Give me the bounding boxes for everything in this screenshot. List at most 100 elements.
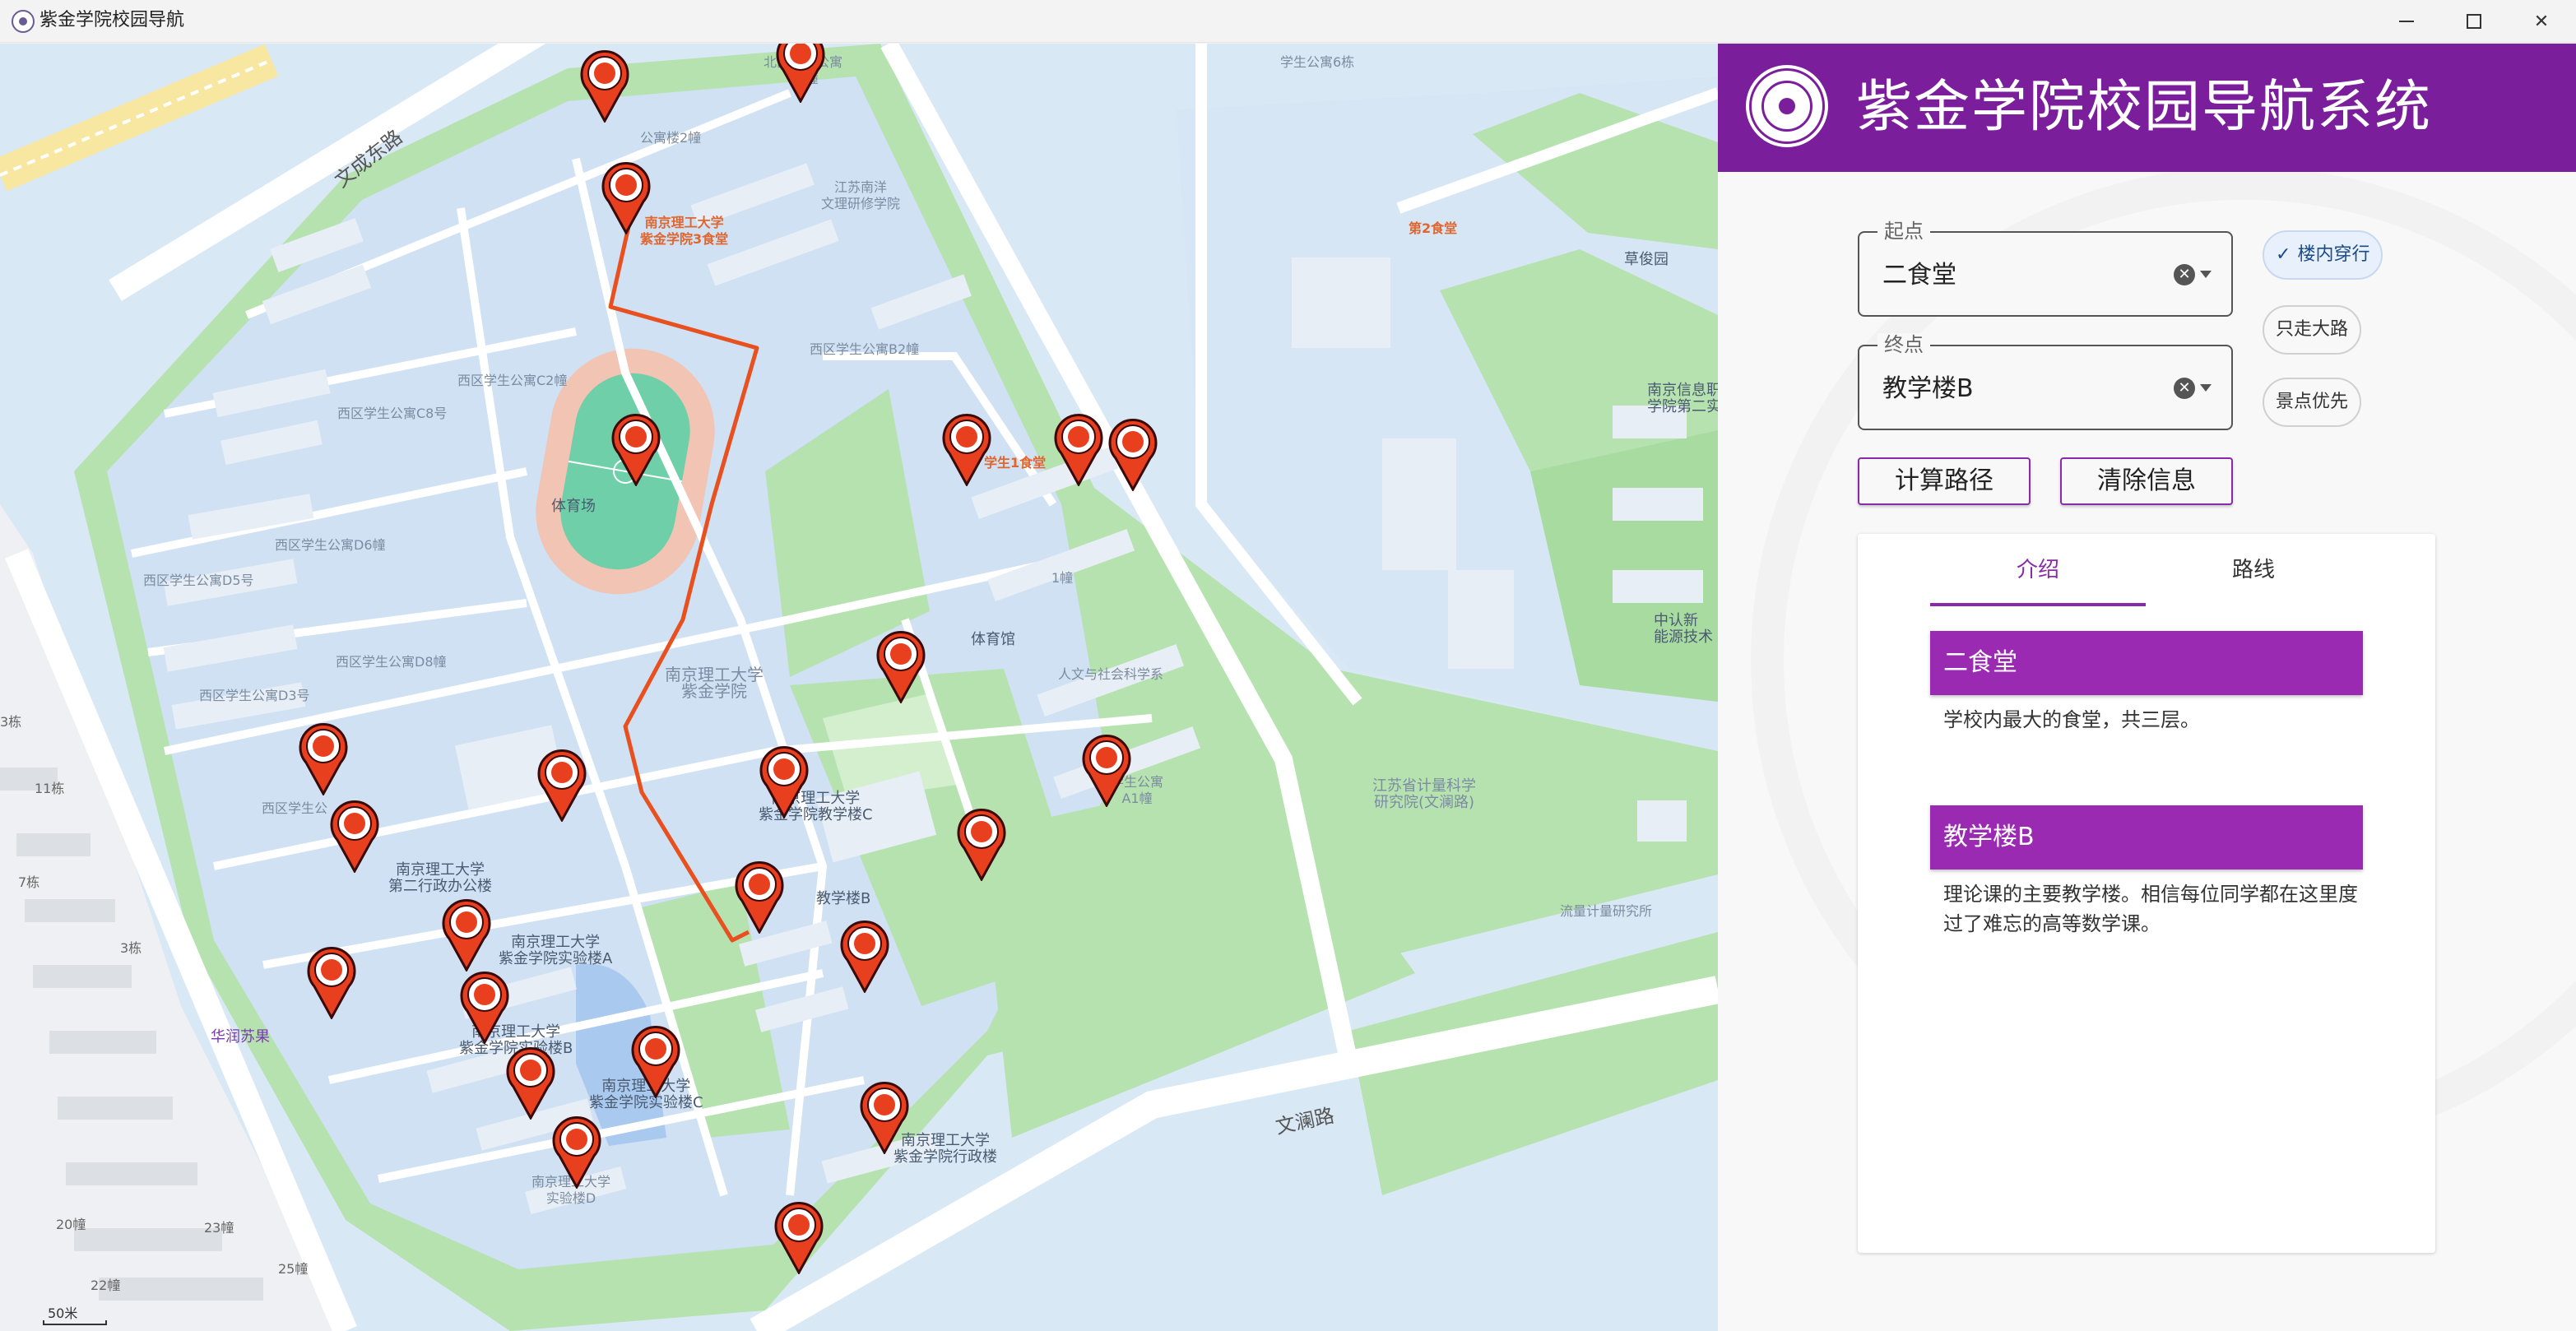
info-card: 介绍 路线 二食堂 学校内最大的食堂，共三层。 教学楼B 理论课的主要教学楼。相… [1858,534,2435,1253]
poi-label-canteen2: 第2食堂 [1409,220,1458,236]
check-icon: ✓ [2276,244,2291,265]
option-main-road-label: 只走大路 [2276,319,2349,340]
minimize-button[interactable] [2374,0,2439,43]
poi-label-west-d8: 西区学生公寓D8幢 [336,654,447,670]
poi-label-metrology-lab: 流量计量研究所 [1560,903,1653,919]
start-field-value: 二食堂 [1882,261,1956,290]
map-pin-icon[interactable] [327,797,382,873]
map-pin-icon[interactable] [757,743,811,819]
poi-label-campus: 南京理工大学 紫金学院 [665,665,764,701]
poi-label-west-c8: 西区学生公寓C8号 [337,406,448,421]
map-pin-icon[interactable] [954,805,1009,881]
poi-label-huarun: 华润苏果 [211,1028,270,1046]
map-pin-icon[interactable] [609,410,663,486]
tab-intro[interactable]: 介绍 [1930,534,2146,606]
map-pin-icon[interactable] [504,1044,558,1120]
end-field[interactable]: 终点 教学楼B ✕ [1858,333,2233,430]
poi-label-west-d5: 西区学生公寓D5号 [143,573,254,588]
option-main-road-chip[interactable]: 只走大路 [2263,305,2362,355]
header-bar: 紫金学院校园导航系统 [1718,44,2576,172]
poi-label-jiangsu-institute: 江苏南洋 文理研修学院 [821,179,901,211]
map-pin-icon[interactable] [535,746,589,822]
map-pin-icon[interactable] [1079,731,1134,807]
maximize-icon [2467,14,2481,29]
end-field-value: 教学楼B [1882,374,1974,403]
map-pin-icon[interactable] [773,44,828,103]
app-logo-icon [12,10,35,33]
option-indoor-label: 楼内穿行 [2297,244,2370,265]
map-pin-icon[interactable] [296,720,350,795]
poi-label-humanities: 人文与社会科学系 [1058,666,1164,682]
map-scale-label: 50米 [48,1305,78,1321]
poi-label-west-c2: 西区学生公寓C2幢 [457,373,568,388]
bldg-label-25: 25幢 [278,1261,309,1277]
poi-label-teaching-b: 教学楼B [816,890,871,907]
map-scale-bar [43,1320,107,1325]
map-pin-icon[interactable] [838,917,892,993]
poi-label-lab-a: 南京理工大学 紫金学院实验楼A [499,934,613,967]
bldg-label-3: 3栋 [120,940,142,956]
option-scenic-label: 景点优先 [2276,392,2349,412]
poi-label-gym: 体育馆 [971,631,1015,648]
poi-label-apt2: 公寓楼2幢 [640,130,702,146]
control-panel: 紫金学院校园导航系统 起点 二食堂 ✕ 终点 教学楼B ✕ ✓ 楼内穿行 只走大路… [1718,44,2576,1331]
minimize-icon [2399,21,2414,22]
start-dropdown-icon[interactable] [2200,271,2212,278]
poi-label-stadium: 体育场 [551,498,596,515]
maximize-button[interactable] [2441,0,2507,43]
end-clear-icon[interactable]: ✕ [2174,378,2195,399]
poi-label-apt6: 学生公寓6栋 [1280,54,1355,70]
tab-route[interactable]: 路线 [2146,534,2361,606]
option-indoor-chip[interactable]: ✓ 楼内穿行 [2263,230,2383,280]
school-logo-icon [1749,68,1825,144]
poi-label-caolu: 草俊园 [1624,251,1669,268]
start-field[interactable]: 起点 二食堂 ✕ [1858,220,2233,317]
map-pin-icon[interactable] [457,968,512,1044]
end-dropdown-icon[interactable] [2200,384,2212,392]
window-title: 紫金学院校园导航 [39,10,185,30]
bldg-label-23: 23幢 [204,1220,234,1236]
map-pin-icon[interactable] [940,410,994,486]
app-window: 紫金学院校园导航 ✕ 文成东路 文澜路 南京理工大学 紫金学院3食堂 学生1食堂… [0,0,2576,1331]
bldg-label-3-left: 3栋 [0,714,22,730]
start-info-title: 二食堂 [1930,631,2363,695]
poi-label-metrology: 江苏省计量科学 研究院(文澜路) [1372,777,1476,811]
page-title: 紫金学院校园导航系统 [1856,75,2433,140]
poi-label-west-d3: 西区学生公寓D3号 [199,688,310,703]
poi-label-west-b2: 西区学生公寓B2幢 [810,341,920,357]
poi-label-zhongke: 中认新 能源技术 [1654,612,1713,646]
start-clear-icon[interactable]: ✕ [2174,264,2195,285]
map-pin-icon[interactable] [599,159,653,234]
poi-label-west-other: 西区学生公 [262,800,328,816]
clear-info-button[interactable]: 清除信息 [2060,457,2233,505]
poi-label-west-d6: 西区学生公寓D6幢 [275,537,386,553]
map-pin-icon[interactable] [857,1078,912,1154]
end-field-label: 终点 [1877,333,1930,356]
map-pin-icon[interactable] [732,858,787,934]
map-pin-icon[interactable] [629,1023,683,1098]
option-scenic-chip[interactable]: 景点优先 [2263,378,2362,427]
map-pin-icon[interactable] [304,944,359,1019]
end-info-title: 教学楼B [1930,805,2363,870]
map-pin-icon[interactable] [578,47,632,123]
bldg-label-22: 22幢 [91,1278,121,1293]
start-info-desc: 学校内最大的食堂，共三层。 [1943,708,2200,731]
map-pin-icon[interactable] [550,1113,604,1189]
map-pin-icon[interactable] [772,1199,826,1274]
start-field-label: 起点 [1877,220,1930,243]
map-pin-icon[interactable] [874,628,928,703]
map-pin-icon[interactable] [1051,410,1106,486]
close-button[interactable]: ✕ [2509,0,2574,43]
map-pin-icon[interactable] [1106,415,1160,491]
end-info-desc: 理论课的主要教学楼。相信每位同学都在这里度过了难忘的高等数学课。 [1943,883,2358,935]
calculate-route-button[interactable]: 计算路径 [1858,457,2031,505]
poi-label-building1: 1幢 [1051,570,1074,586]
campus-map[interactable]: 文成东路 文澜路 南京理工大学 紫金学院3食堂 学生1食堂 第2食堂 体育馆 体… [0,44,1718,1331]
poi-label-canteen3: 南京理工大学 紫金学院3食堂 [640,215,729,247]
poi-label-info-eng: 南京信息职 学院第二实 [1647,382,1718,415]
close-icon: ✕ [2533,11,2550,32]
title-bar: 紫金学院校园导航 ✕ [0,0,2576,43]
bldg-label-11: 11栋 [35,781,65,796]
bldg-label-20: 20幢 [56,1217,86,1232]
map-pin-icon[interactable] [439,896,494,972]
